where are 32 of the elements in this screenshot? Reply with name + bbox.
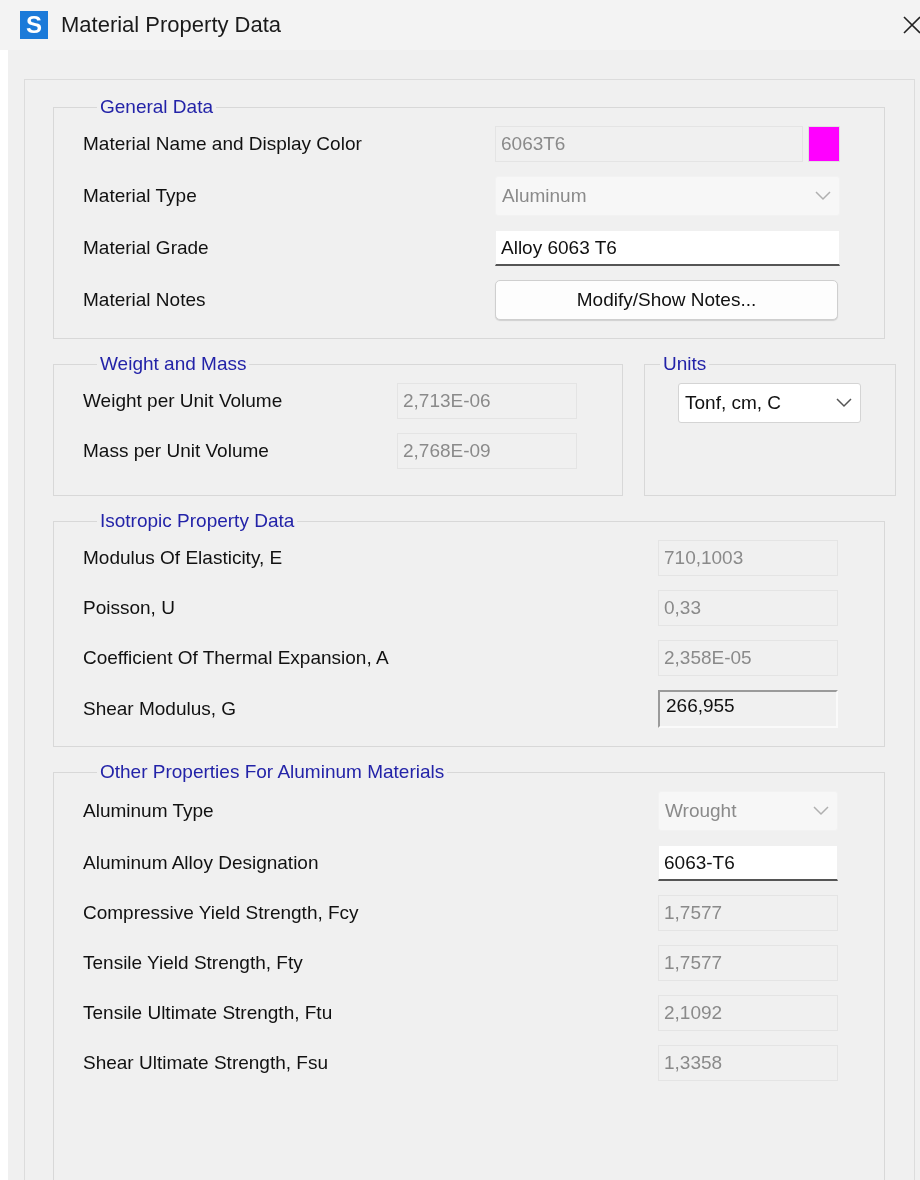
notes-button[interactable]: Modify/Show Notes... [495, 280, 838, 320]
field-label: Weight per Unit Volume [83, 390, 284, 412]
group-title: Units [662, 353, 708, 375]
units-dropdown[interactable]: Tonf, cm, C [678, 383, 861, 423]
field-label: Aluminum Alloy Designation [83, 852, 320, 874]
field-label: Mass per Unit Volume [83, 440, 270, 462]
field-label: Coefficient Of Thermal Expansion, A [83, 647, 390, 669]
close-icon[interactable] [902, 15, 920, 35]
field-label: Shear Ultimate Strength, Fsu [83, 1052, 329, 1074]
field-label: Material Type [83, 185, 198, 207]
chevron-down-icon [815, 191, 831, 201]
app-logo: S [20, 11, 48, 39]
text-field[interactable]: 6063-T6 [658, 845, 838, 881]
chevron-down-icon [813, 806, 829, 816]
field-label: Material Grade [83, 237, 210, 259]
field-label: Shear Modulus, G [83, 698, 238, 720]
field-label: Compressive Yield Strength, Fcy [83, 902, 360, 924]
group-title: General Data [99, 96, 214, 118]
group-title: Isotropic Property Data [99, 510, 296, 532]
group-title: Other Properties For Aluminum Materials [99, 761, 446, 783]
field-label: Aluminum Type [83, 800, 215, 822]
text-field[interactable]: 266,955 [658, 690, 838, 728]
text-field[interactable]: Alloy 6063 T6 [495, 230, 840, 266]
field-label: Material Name and Display Color [83, 133, 363, 155]
field-label: Modulus Of Elasticity, E [83, 547, 284, 569]
field-label: Tensile Yield Strength, Fty [83, 952, 304, 974]
field-label: Material Notes [83, 289, 207, 311]
field-label: Tensile Ultimate Strength, Ftu [83, 1002, 334, 1024]
window-title: Material Property Data [61, 12, 283, 38]
chevron-down-icon [836, 398, 852, 408]
field-label: Poisson, U [83, 597, 176, 619]
group-title: Weight and Mass [99, 353, 248, 375]
